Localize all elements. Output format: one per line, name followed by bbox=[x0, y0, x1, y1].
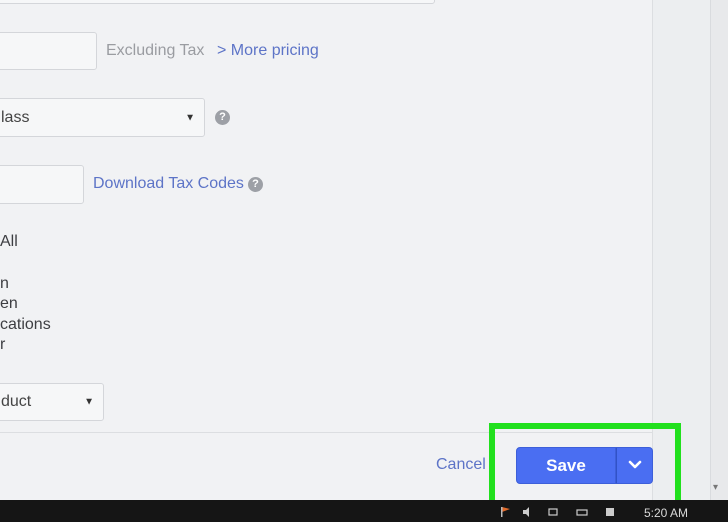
question-circle-icon[interactable]: ? bbox=[248, 177, 263, 192]
keyboard-icon[interactable] bbox=[576, 506, 588, 518]
visibility-option[interactable]: en bbox=[0, 295, 18, 313]
volume-icon[interactable] bbox=[522, 506, 534, 518]
question-circle-icon[interactable]: ? bbox=[215, 110, 230, 125]
chevron-down-icon bbox=[628, 460, 642, 469]
flag-icon[interactable] bbox=[500, 506, 512, 518]
product-type-select[interactable]: duct ▼ bbox=[0, 383, 104, 421]
notification-icon[interactable] bbox=[604, 506, 616, 518]
price-input[interactable] bbox=[0, 32, 97, 70]
chevron-right-icon: > bbox=[217, 42, 227, 59]
scroll-down-icon[interactable]: ▾ bbox=[713, 482, 718, 493]
excluding-tax-label: Excluding Tax bbox=[106, 42, 205, 59]
save-button[interactable]: Save bbox=[516, 447, 616, 484]
system-tray bbox=[496, 503, 626, 521]
visibility-option[interactable]: n bbox=[0, 275, 9, 293]
triangle-down-icon: ▼ bbox=[185, 112, 195, 123]
clock[interactable]: 5:20 AM bbox=[644, 506, 688, 520]
visibility-option[interactable]: r bbox=[0, 336, 5, 354]
top-input[interactable] bbox=[0, 0, 435, 4]
more-pricing-label: More pricing bbox=[230, 42, 319, 59]
more-pricing-link[interactable]: > More pricing bbox=[217, 42, 319, 60]
scrollbar[interactable] bbox=[710, 0, 728, 500]
tax-code-input[interactable] bbox=[0, 165, 84, 204]
download-tax-codes-link[interactable]: Download Tax Codes bbox=[93, 175, 244, 193]
save-options-button[interactable] bbox=[616, 447, 653, 484]
tax-class-select[interactable]: lass ▼ bbox=[0, 98, 205, 137]
visibility-all-option[interactable]: All bbox=[0, 233, 18, 251]
network-icon[interactable] bbox=[548, 506, 560, 518]
product-form bbox=[0, 0, 652, 432]
visibility-option[interactable]: cations bbox=[0, 316, 51, 334]
product-type-value: duct bbox=[1, 393, 32, 410]
triangle-down-icon: ▼ bbox=[84, 396, 94, 408]
tax-class-value: lass bbox=[1, 108, 30, 126]
app-window: ▾ Excluding Tax > More pricing lass ▼ ? … bbox=[0, 0, 728, 522]
cancel-button[interactable]: Cancel bbox=[436, 456, 486, 474]
